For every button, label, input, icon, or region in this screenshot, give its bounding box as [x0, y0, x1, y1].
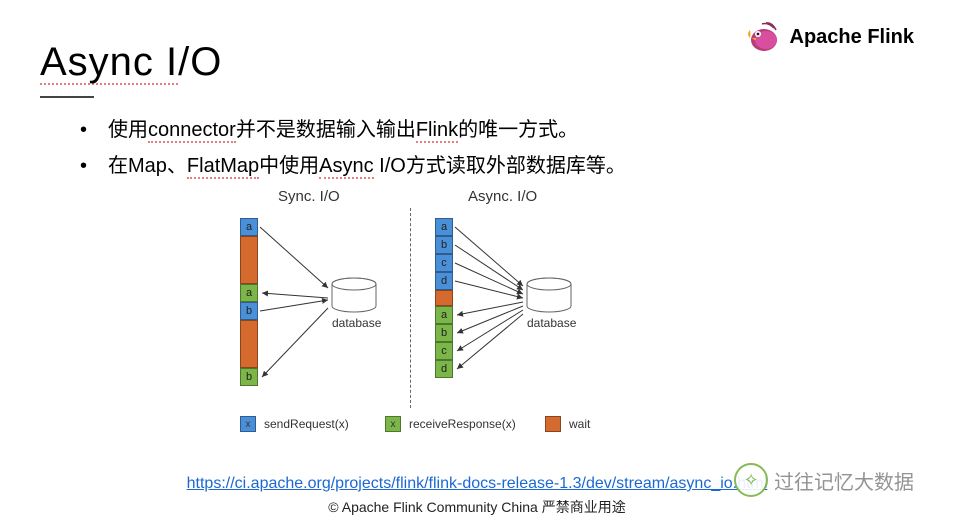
- label-async: Async. I/O: [468, 188, 537, 205]
- title-suffix: /O: [178, 40, 222, 84]
- legend-recv-label: receiveResponse(x): [409, 417, 516, 431]
- async-arrows: [453, 218, 533, 398]
- word-connector: connector: [148, 120, 236, 143]
- box-wait: [240, 236, 258, 284]
- bullet-1: 使用connector并不是数据输入输出Flink的唯一方式。: [80, 112, 626, 148]
- text: 中使用: [259, 155, 319, 177]
- box-recv-b: b: [435, 324, 453, 342]
- brand-header: Apache Flink: [744, 20, 914, 54]
- box-recv-d: d: [435, 360, 453, 378]
- text: 的唯一方式。: [458, 119, 578, 141]
- word-flink: Flink: [416, 120, 458, 143]
- word-flatmap: FlatMap: [187, 156, 259, 179]
- watermark: ✧ 过往记忆大数据: [734, 463, 914, 497]
- legend-wait-label: wait: [569, 417, 590, 431]
- brand-text: Apache Flink: [790, 26, 914, 49]
- box-send-c: c: [435, 254, 453, 272]
- text: 使用: [108, 119, 148, 141]
- text: I/O方式读取外部数据库等。: [374, 155, 626, 177]
- box-wait: [435, 290, 453, 306]
- text: 在Map、: [108, 155, 187, 177]
- box-send-b: b: [435, 236, 453, 254]
- title-underline: [40, 96, 94, 98]
- legend-box-icon: x: [240, 416, 256, 432]
- legend-wait: wait: [545, 416, 590, 432]
- box-send-d: d: [435, 272, 453, 290]
- watermark-text: 过往记忆大数据: [774, 466, 914, 495]
- slide-title: Async I/O: [40, 40, 222, 85]
- text: 并不是数据输入输出: [236, 119, 416, 141]
- label-sync: Sync. I/O: [278, 188, 340, 205]
- sync-arrows: [258, 218, 338, 398]
- wechat-icon: ✧: [734, 463, 768, 497]
- legend-recv: x receiveResponse(x): [385, 416, 516, 432]
- word-async: Async: [319, 156, 373, 179]
- reference-link[interactable]: https://ci.apache.org/projects/flink/fli…: [187, 475, 768, 492]
- legend-box-icon: x: [385, 416, 401, 432]
- copyright-footer: © Apache Flink Community China 严禁商业用途: [0, 497, 954, 517]
- box-send-a: a: [240, 218, 258, 236]
- flink-logo-icon: [744, 20, 780, 54]
- bullet-list: 使用connector并不是数据输入输出Flink的唯一方式。 在Map、Fla…: [80, 112, 626, 184]
- async-io-diagram: Sync. I/O Async. I/O a a b b database a …: [220, 188, 680, 438]
- bullet-2: 在Map、FlatMap中使用Async I/O方式读取外部数据库等。: [80, 148, 626, 184]
- legend-box-icon: [545, 416, 561, 432]
- divider: [410, 208, 411, 408]
- title-word-async: Async I: [40, 41, 178, 85]
- box-send-a: a: [435, 218, 453, 236]
- database-label: database: [332, 316, 381, 330]
- legend-send-label: sendRequest(x): [264, 417, 349, 431]
- box-wait: [240, 320, 258, 368]
- box-recv-a: a: [240, 284, 258, 302]
- async-queue: a b c d a b c d: [435, 218, 453, 378]
- sync-queue: a a b b: [240, 218, 258, 386]
- box-recv-b: b: [240, 368, 258, 386]
- box-send-b: b: [240, 302, 258, 320]
- box-recv-c: c: [435, 342, 453, 360]
- legend-send: x sendRequest(x): [240, 416, 349, 432]
- database-label: database: [527, 316, 576, 330]
- box-recv-a: a: [435, 306, 453, 324]
